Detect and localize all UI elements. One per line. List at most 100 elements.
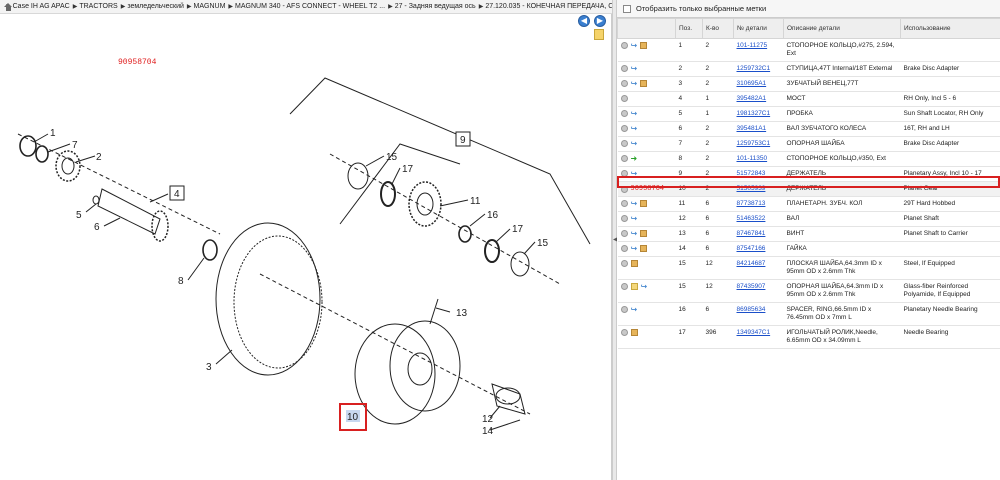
part-number-link[interactable]: 86985634 <box>737 306 766 313</box>
info-arrow-icon[interactable]: ↪ <box>631 65 638 73</box>
header-desc[interactable]: Описание детали <box>783 18 901 39</box>
info-arrow-icon[interactable]: ↪ <box>631 140 638 148</box>
info-arrow-icon[interactable]: ↪ <box>631 110 638 118</box>
circle-icon[interactable] <box>620 140 628 147</box>
package-icon[interactable] <box>640 80 648 87</box>
breadcrumb-item[interactable]: TRACTORS <box>79 3 117 10</box>
circle-icon[interactable] <box>620 110 628 117</box>
part-number-link[interactable]: 87435907 <box>737 283 766 290</box>
header-pos[interactable]: Поз. <box>675 18 703 39</box>
cell-part[interactable]: 1259732C1 <box>733 61 784 77</box>
circle-icon[interactable] <box>620 283 628 290</box>
cell-part[interactable]: 87435907 <box>733 279 784 303</box>
info-arrow-icon[interactable]: ↪ <box>631 306 638 314</box>
breadcrumb-item[interactable]: 27 - Задняя ведущая ось <box>395 3 476 10</box>
table-row[interactable]: ↪ 11 6 87738713 ПЛАНЕТАРН. ЗУБЧ. КОЛ 29T Hard… <box>617 196 1000 212</box>
header-use[interactable]: Использование <box>900 18 1000 39</box>
cell-part[interactable]: 87547166 <box>733 241 784 257</box>
breadcrumb-item[interactable]: MAGNUM 340 - AFS CONNECT - WHEEL T2 ... <box>235 3 385 10</box>
cell-part[interactable]: 84214687 <box>733 256 784 280</box>
cell-part[interactable]: 101-11350 <box>733 151 784 167</box>
header-part[interactable]: № детали <box>733 18 784 39</box>
circle-icon[interactable] <box>620 42 628 49</box>
circle-icon[interactable] <box>620 155 628 162</box>
cell-part[interactable]: 395481A1 <box>733 121 784 137</box>
part-number-link[interactable]: 1349347C1 <box>737 329 771 336</box>
part-number-link[interactable]: 101-11350 <box>737 155 768 162</box>
cell-part[interactable]: 86985634 <box>733 302 784 326</box>
circle-icon[interactable] <box>620 260 628 267</box>
circle-icon[interactable] <box>620 215 628 222</box>
circle-icon[interactable] <box>620 245 628 252</box>
table-row[interactable]: ↪ 9 2 51572843 ДЕРЖАТЕЛЬ Planetary Assy, Incl… <box>617 166 1000 182</box>
breadcrumb-item[interactable]: Case IH AG APAC <box>13 3 70 10</box>
circle-icon[interactable] <box>620 80 628 87</box>
info-arrow-icon[interactable]: ↪ <box>631 42 638 50</box>
part-number-link[interactable]: 395481A1 <box>737 125 767 132</box>
table-row[interactable]: ↪ 1 2 101-11275 СТОПОРНОЕ КОЛЬЦО,#275, 2.594… <box>617 38 1000 62</box>
package-icon[interactable] <box>630 260 638 267</box>
breadcrumb-item[interactable]: MAGNUM <box>194 3 226 10</box>
info-arrow-icon[interactable]: ↪ <box>641 283 648 291</box>
table-row[interactable]: ↪ 13 6 87467841 ВИНТ Planet Shaft to Carrier <box>617 226 1000 242</box>
info-arrow-icon[interactable]: ↪ <box>631 200 638 208</box>
part-number-link[interactable]: 87467841 <box>737 230 766 237</box>
filter-checkbox[interactable] <box>623 4 631 13</box>
part-number-link[interactable]: 84214687 <box>737 260 766 267</box>
table-row[interactable]: ↪ 6 2 395481A1 ВАЛ ЗУБЧАТОГО КОЛЕСА 16T, RH a… <box>617 121 1000 137</box>
table-row[interactable]: ↪ 2 2 1259732C1 СТУПИЦА,47T Internal/18T Ext… <box>617 61 1000 77</box>
info-arrow-icon[interactable]: ↪ <box>631 245 638 253</box>
circle-icon[interactable] <box>620 230 628 237</box>
info-arrow-icon[interactable]: ↪ <box>631 170 638 178</box>
cell-part[interactable]: 51463522 <box>733 211 784 227</box>
table-row[interactable]: 17 396 1349347C1 ИГОЛЬЧАТЫЙ РОЛИК,Needle, 6… <box>617 325 1000 349</box>
part-number-link[interactable]: 51572843 <box>737 170 766 177</box>
package-icon[interactable] <box>640 42 648 49</box>
part-number-link[interactable]: 51505939 <box>737 185 766 192</box>
cell-part[interactable]: 310695A1 <box>733 76 784 92</box>
package-icon[interactable] <box>640 245 648 252</box>
cell-part[interactable]: 51572843 <box>733 166 784 182</box>
table-row[interactable]: ➜ 8 2 101-11350 СТОПОРНОЕ КОЛЬЦО,#350, Ext <box>617 151 1000 167</box>
part-number-link[interactable]: 101-11275 <box>737 42 768 49</box>
cell-part[interactable]: 87738713 <box>733 196 784 212</box>
cell-part[interactable]: 101-11275 <box>733 38 784 62</box>
circle-icon[interactable] <box>620 306 628 313</box>
part-number-link[interactable]: 395482A1 <box>737 95 767 102</box>
cell-part[interactable]: 395482A1 <box>733 91 784 107</box>
breadcrumb-item[interactable]: 27.120.035 - КОНЕЧНАЯ ПЕРЕДАЧА, СТУП... <box>485 3 612 10</box>
table-row[interactable]: ↪ 14 6 87547166 ГАЙКА <box>617 241 1000 257</box>
green-arrow-icon[interactable]: ➜ <box>631 155 638 163</box>
table-row[interactable]: ↪ 16 6 86985634 SPACER, RING,66.5mm ID x 76.… <box>617 302 1000 326</box>
circle-icon[interactable] <box>620 125 628 132</box>
cell-part[interactable]: 1349347C1 <box>733 325 784 349</box>
circle-icon[interactable] <box>620 200 628 207</box>
info-arrow-icon[interactable]: ↪ <box>631 80 638 88</box>
part-number-link[interactable]: 87738713 <box>737 200 766 207</box>
circle-icon[interactable] <box>620 95 628 102</box>
table-row[interactable]: 90958704 10 2 51505939 ДЕРЖАТЕЛЬ Planet Gear <box>617 181 1000 197</box>
table-row[interactable]: ↪ 7 2 1259753C1 ОПОРНАЯ ШАЙБА Brake Disc Adap… <box>617 136 1000 152</box>
table-row[interactable]: 15 12 84214687 ПЛОСКАЯ ШАЙБА,64.3mm ID x 95… <box>617 256 1000 280</box>
header-qty[interactable]: К-во <box>702 18 734 39</box>
table-row[interactable]: ↪ 5 1 1981327C1 ПРОБКА Sun Shaft Locator, RH … <box>617 106 1000 122</box>
part-number-link[interactable]: 87547166 <box>737 245 766 252</box>
circle-icon[interactable] <box>620 185 628 193</box>
table-row[interactable]: ↪ 15 12 87435907 ОПОРНАЯ ШАЙБА,64.3mm ID x 9… <box>617 279 1000 303</box>
info-arrow-icon[interactable]: ↪ <box>631 125 638 133</box>
package-icon[interactable] <box>640 200 648 207</box>
note-icon[interactable] <box>630 283 638 290</box>
table-row[interactable]: ↪ 3 2 310695A1 ЗУБЧАТЫЙ ВЕНЕЦ,77T <box>617 76 1000 92</box>
part-number-link[interactable]: 1259732C1 <box>737 65 771 72</box>
table-row[interactable]: 4 1 395482A1 МОСТ RH Only, Incl 5 - 6 <box>617 91 1000 107</box>
package-icon[interactable] <box>630 329 638 336</box>
breadcrumb-item[interactable]: земледельческий <box>127 3 184 10</box>
info-arrow-icon[interactable]: ↪ <box>631 215 638 223</box>
cell-part[interactable]: 87467841 <box>733 226 784 242</box>
info-arrow-icon[interactable]: ↪ <box>631 230 638 238</box>
part-number-link[interactable]: 1259753C1 <box>737 140 771 147</box>
cell-part[interactable]: 1259753C1 <box>733 136 784 152</box>
cell-part[interactable]: 51505939 <box>733 181 784 197</box>
package-icon[interactable] <box>640 230 648 237</box>
cell-part[interactable]: 1981327C1 <box>733 106 784 122</box>
